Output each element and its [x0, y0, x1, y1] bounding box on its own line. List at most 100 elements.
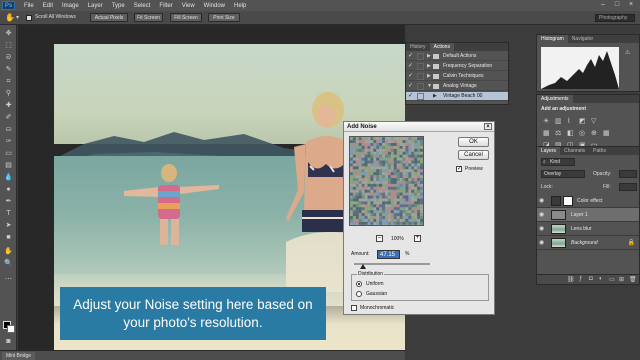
tool-preset-dropdown-icon[interactable]: ▾ — [16, 14, 19, 21]
close-icon[interactable]: × — [484, 123, 492, 130]
close-window-button[interactable]: × — [626, 1, 636, 8]
dialog-toggle-box[interactable] — [417, 93, 424, 100]
hand-tool-sidebar-icon[interactable]: ✋ — [3, 247, 14, 256]
expand-triangle-icon[interactable]: ▶ — [427, 62, 431, 71]
minimize-button[interactable]: – — [598, 1, 608, 8]
ok-button[interactable]: OK — [458, 137, 489, 147]
layer-thumbnail[interactable] — [551, 224, 566, 234]
hand-tool-icon[interactable]: ✋ — [5, 13, 15, 22]
channel-mixer-icon[interactable]: ⊕ — [591, 129, 597, 137]
color-balance-icon[interactable]: ⚖ — [555, 129, 561, 137]
zoom-tool-icon[interactable]: 🔍 — [3, 259, 14, 268]
tab-actions[interactable]: Actions — [429, 43, 454, 51]
rectangle-tool-icon[interactable]: ■ — [3, 233, 14, 242]
fit-screen-button[interactable]: Fit Screen — [134, 13, 163, 22]
eraser-tool-icon[interactable]: ▭ — [3, 149, 14, 158]
tab-history[interactable]: History — [406, 43, 430, 51]
checkmark-icon[interactable]: ✓ — [408, 72, 413, 81]
layer-thumbnail[interactable] — [551, 210, 566, 220]
menu-select[interactable]: Select — [134, 3, 151, 9]
gaussian-radio[interactable] — [356, 291, 362, 297]
crop-tool-icon[interactable]: ⌗ — [3, 77, 14, 86]
action-set-row[interactable]: ✓ ▼ Analog Vintage — [406, 82, 508, 91]
link-layers-icon[interactable]: ⛓ — [567, 276, 575, 283]
marquee-tool-icon[interactable]: ⬚ — [3, 41, 14, 50]
tab-histogram[interactable]: Histogram — [537, 35, 568, 43]
tab-navigator[interactable]: Navigator — [568, 35, 597, 43]
eye-icon[interactable]: ◉ — [539, 194, 544, 208]
eye-icon[interactable]: ◉ — [539, 236, 544, 250]
levels-icon[interactable]: ▥ — [555, 117, 562, 125]
dialog-toggle-box[interactable] — [417, 63, 424, 70]
history-brush-tool-icon[interactable]: ✑ — [3, 137, 14, 146]
noise-preview-image[interactable] — [349, 136, 424, 226]
layer-thumbnail[interactable] — [551, 238, 566, 248]
menu-help[interactable]: Help — [234, 3, 246, 9]
brush-tool-icon[interactable]: ✐ — [3, 113, 14, 122]
lasso-tool-icon[interactable]: ᘐ — [3, 53, 14, 62]
fill-screen-button[interactable]: Fill Screen — [170, 13, 202, 22]
more-tools-icon[interactable]: ⋯ — [3, 275, 14, 284]
zoom-in-button[interactable]: + — [414, 235, 421, 242]
layer-row[interactable]: ◉ Background 🔒 — [537, 236, 639, 250]
exposure-icon[interactable]: ◩ — [579, 117, 586, 125]
menu-view[interactable]: View — [182, 3, 195, 9]
menu-type[interactable]: Type — [112, 3, 125, 9]
layer-row[interactable]: ◉ Color effect — [537, 194, 639, 208]
workspace-switcher[interactable]: Photography — [595, 14, 635, 22]
expand-triangle-icon[interactable]: ▶ — [427, 72, 431, 81]
pen-tool-icon[interactable]: ✒ — [3, 197, 14, 206]
dialog-toggle-box[interactable] — [417, 53, 424, 60]
maximize-button[interactable]: □ — [612, 1, 622, 8]
black-white-icon[interactable]: ◧ — [567, 129, 574, 137]
expand-triangle-icon[interactable]: ▶ — [427, 52, 431, 61]
eye-icon[interactable]: ◉ — [539, 222, 544, 236]
blur-tool-icon[interactable]: 💧 — [3, 173, 14, 182]
new-adjustment-icon[interactable]: ◐ — [599, 276, 603, 282]
kind-filter-dropdown[interactable]: ⌕ Kind — [541, 158, 575, 166]
action-set-row[interactable]: ✓ ▶ Frequency Separation — [406, 62, 508, 71]
action-set-row[interactable]: ✓ ▶ Calvin Techniques — [406, 72, 508, 81]
menu-file[interactable]: File — [24, 3, 34, 9]
collapse-triangle-icon[interactable]: ▼ — [427, 82, 432, 91]
tab-adjustments[interactable]: Adjustments — [537, 95, 573, 103]
trash-icon[interactable]: 🗑 — [629, 276, 637, 283]
background-color-swatch[interactable] — [7, 325, 15, 333]
clone-stamp-tool-icon[interactable]: ⛀ — [3, 125, 14, 134]
menu-edit[interactable]: Edit — [43, 3, 53, 9]
mini-bridge-tab[interactable]: Mini Bridge — [2, 352, 36, 360]
dialog-title-bar[interactable]: Add Noise × — [344, 122, 494, 132]
blend-mode-dropdown[interactable]: Overlay — [541, 170, 585, 178]
checkmark-icon[interactable]: ✓ — [408, 82, 413, 91]
histogram-warning-icon[interactable]: ⚠ — [625, 49, 630, 56]
action-set-row[interactable]: ✓ ▶ Default Actions — [406, 52, 508, 61]
action-row-selected[interactable]: ✓ ▶ Vintage Beach 00 — [406, 92, 508, 101]
eyedropper-tool-icon[interactable]: ⚲ — [3, 89, 14, 98]
layer-mask-thumbnail[interactable] — [563, 196, 573, 206]
curves-icon[interactable]: ⌇ — [567, 117, 570, 125]
tab-paths[interactable]: Paths — [589, 147, 610, 155]
layer-style-icon[interactable]: ƒ — [579, 276, 582, 282]
layer-row-selected[interactable]: ◉ Layer 1 — [537, 208, 639, 222]
amount-slider-thumb[interactable] — [360, 264, 367, 269]
print-size-button[interactable]: Print Size — [208, 13, 240, 22]
type-tool-icon[interactable]: T — [3, 209, 14, 218]
path-select-tool-icon[interactable]: ➤ — [3, 221, 14, 230]
hue-saturation-icon[interactable]: ▦ — [543, 129, 550, 137]
tab-channels[interactable]: Channels — [560, 147, 589, 155]
zoom-out-button[interactable]: – — [376, 235, 383, 242]
vibrance-icon[interactable]: ▽ — [591, 117, 596, 125]
amount-input[interactable]: 47.15 — [377, 250, 400, 259]
cancel-button[interactable]: Cancel — [458, 150, 489, 160]
menu-image[interactable]: Image — [62, 3, 79, 9]
new-layer-icon[interactable]: ⊞ — [619, 276, 624, 283]
dodge-tool-icon[interactable]: ● — [3, 185, 14, 194]
dialog-toggle-box[interactable] — [417, 73, 424, 80]
menu-filter[interactable]: Filter — [159, 3, 172, 9]
menu-window[interactable]: Window — [204, 3, 225, 9]
menu-layer[interactable]: Layer — [88, 3, 103, 9]
photo-filter-icon[interactable]: ◎ — [579, 129, 585, 137]
add-mask-icon[interactable]: ◘ — [589, 276, 593, 282]
move-tool-icon[interactable]: ✥ — [3, 29, 14, 38]
quick-mask-icon[interactable]: ◙ — [3, 337, 14, 346]
